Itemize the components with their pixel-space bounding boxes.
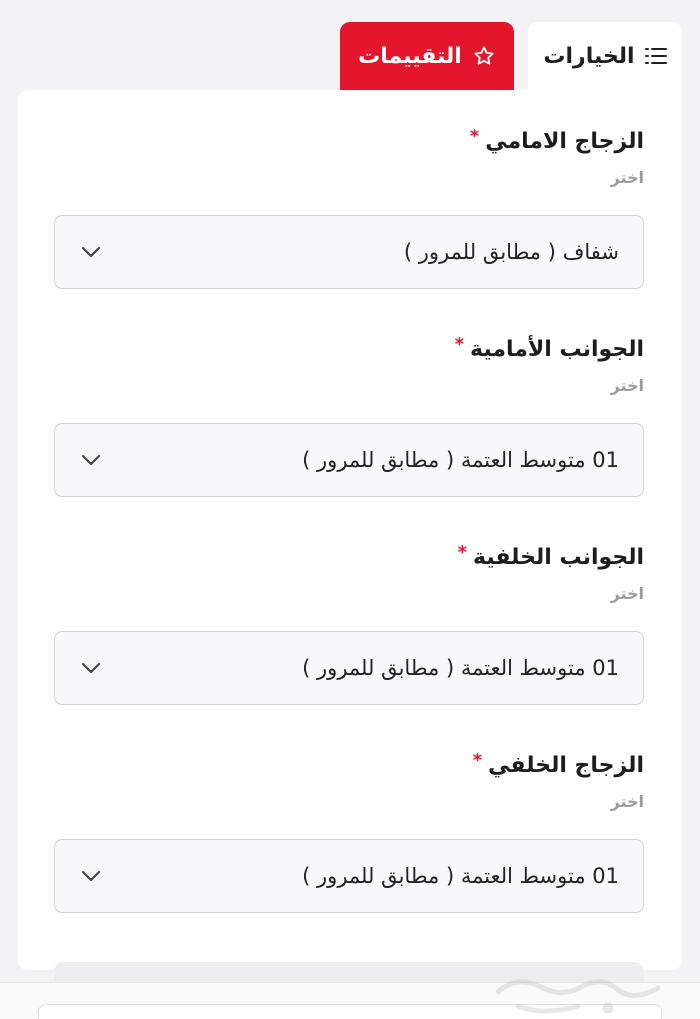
chevron-down-icon bbox=[79, 240, 103, 264]
tab-options[interactable]: الخيارات bbox=[528, 22, 682, 90]
field-label-text: الجوانب الخلفية bbox=[473, 545, 644, 570]
star-icon bbox=[472, 44, 496, 68]
field-hint: اختر bbox=[610, 168, 645, 187]
list-icon bbox=[644, 44, 667, 68]
select-value: 01 متوسط العتمة ( مطابق للمرور ) bbox=[302, 656, 619, 680]
options-card: الزجاج الامامي * اختر شفاف ( مطابق للمرو… bbox=[18, 90, 682, 970]
tab-reviews[interactable]: التقييمات bbox=[340, 22, 514, 90]
field-label-text: الجوانب الأمامية bbox=[470, 337, 644, 362]
field-rear-glass: الزجاج الخلفي * اختر 01 متوسط العتمة ( م… bbox=[54, 752, 644, 913]
select-value: شفاف ( مطابق للمرور ) bbox=[403, 240, 619, 264]
front-sides-select[interactable]: 01 متوسط العتمة ( مطابق للمرور ) bbox=[54, 423, 644, 497]
front-glass-select[interactable]: شفاف ( مطابق للمرور ) bbox=[54, 215, 644, 289]
tab-bar: الخيارات التقييمات bbox=[340, 22, 682, 90]
chevron-down-icon bbox=[79, 656, 103, 680]
page: الخيارات التقييمات الزجاج الامامي * اختر… bbox=[0, 0, 700, 1019]
select-value: 01 متوسط العتمة ( مطابق للمرور ) bbox=[302, 448, 619, 472]
field-hint: اختر bbox=[610, 584, 645, 603]
field-label: الزجاج الامامي * bbox=[54, 128, 644, 156]
field-front-sides: الجوانب الأمامية * اختر 01 متوسط العتمة … bbox=[54, 336, 644, 497]
field-label: الزجاج الخلفي * bbox=[54, 752, 644, 780]
field-hint: اختر bbox=[610, 792, 645, 811]
field-label: الجوانب الأمامية * bbox=[54, 336, 644, 364]
field-rear-sides: الجوانب الخلفية * اختر 01 متوسط العتمة (… bbox=[54, 544, 644, 705]
field-label: الجوانب الخلفية * bbox=[54, 544, 644, 572]
rear-glass-select[interactable]: 01 متوسط العتمة ( مطابق للمرور ) bbox=[54, 839, 644, 913]
tab-reviews-label: التقييمات bbox=[358, 43, 462, 69]
field-front-glass: الزجاج الامامي * اختر شفاف ( مطابق للمرو… bbox=[54, 128, 644, 289]
rear-sides-select[interactable]: 01 متوسط العتمة ( مطابق للمرور ) bbox=[54, 631, 644, 705]
required-marker: * bbox=[469, 126, 480, 147]
select-value: 01 متوسط العتمة ( مطابق للمرور ) bbox=[302, 864, 619, 888]
haraj-logo-watermark bbox=[488, 962, 668, 1019]
required-marker: * bbox=[454, 334, 465, 355]
chevron-down-icon bbox=[79, 448, 103, 472]
tab-options-label: الخيارات bbox=[543, 43, 635, 69]
field-label-text: الزجاج الخلفي bbox=[488, 753, 644, 778]
field-label-text: الزجاج الامامي bbox=[485, 129, 644, 154]
field-hint: اختر bbox=[610, 376, 645, 395]
required-marker: * bbox=[472, 750, 483, 771]
chevron-down-icon bbox=[79, 864, 103, 888]
required-marker: * bbox=[457, 542, 467, 563]
